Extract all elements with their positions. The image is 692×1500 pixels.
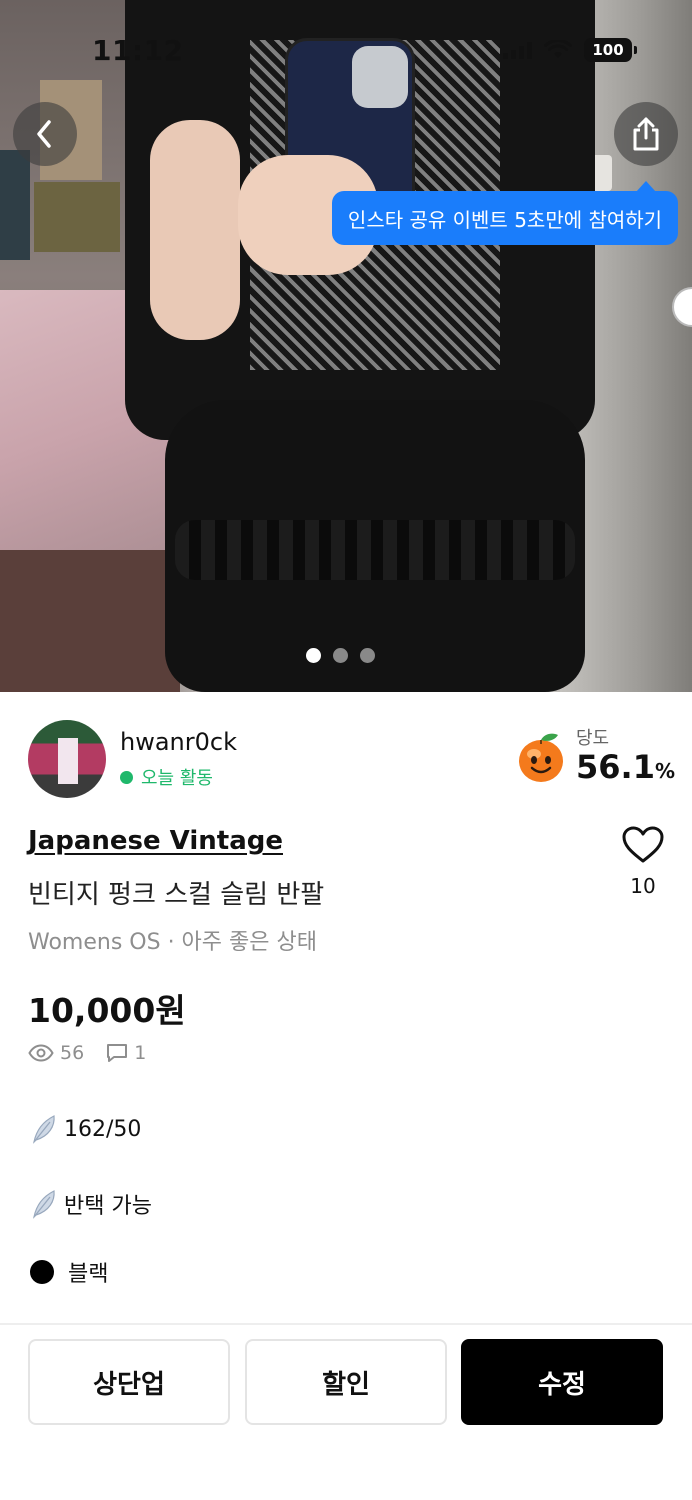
gallery-indicator — [306, 648, 375, 663]
gallery-dot — [360, 648, 375, 663]
status-time: 11:12 — [92, 34, 184, 67]
product-stats: 56 1 — [28, 1042, 146, 1064]
divider — [0, 1323, 692, 1325]
share-button[interactable] — [614, 102, 678, 166]
avatar[interactable] — [28, 720, 106, 798]
description-line: 162/50 — [30, 1114, 141, 1144]
bump-button[interactable]: 상단업 — [28, 1339, 230, 1425]
status-icons: 100 — [503, 38, 637, 62]
chevron-left-icon — [37, 120, 51, 148]
product-photo[interactable] — [0, 0, 692, 692]
edit-button[interactable]: 수정 — [461, 1339, 663, 1425]
description-text: 162/50 — [64, 1116, 142, 1142]
discount-button[interactable]: 할인 — [245, 1339, 447, 1425]
brand-link[interactable]: Japanese Vintage — [28, 826, 283, 856]
product-title: 빈티지 펑크 스컬 슬림 반팔 — [28, 880, 325, 910]
seller-name[interactable]: hwanr0ck — [120, 728, 237, 756]
like-button[interactable]: 10 — [618, 826, 668, 898]
gallery-dot — [306, 648, 321, 663]
description-text: 블랙 — [68, 1262, 109, 1287]
online-dot-icon — [120, 770, 133, 784]
gallery-dot — [333, 648, 348, 663]
comment-icon — [107, 1044, 128, 1062]
peach-icon — [519, 733, 563, 782]
price: 10,000원 — [28, 991, 186, 1030]
heart-icon — [622, 826, 664, 863]
activity-status: 오늘 활동 — [120, 764, 213, 790]
black-circle-icon — [30, 1260, 54, 1284]
battery-icon: 100 — [584, 38, 637, 62]
activity-text: 오늘 활동 — [141, 768, 213, 789]
photo-detail — [0, 550, 180, 692]
wifi-icon — [544, 40, 572, 60]
eye-icon — [28, 1044, 54, 1062]
view-count: 56 — [60, 1042, 85, 1064]
feather-icon — [33, 1190, 55, 1219]
photo-detail — [150, 120, 240, 340]
temperature-value: 56.1% — [576, 748, 675, 786]
temperature-label: 당도 — [576, 728, 610, 749]
photo-detail — [34, 182, 120, 252]
feather-icon — [33, 1115, 55, 1144]
photo-detail — [0, 150, 30, 260]
photo-detail — [352, 46, 408, 108]
photo-detail — [175, 520, 575, 580]
seller-section[interactable]: hwanr0ck 오늘 활동 당도 56.1% — [28, 718, 675, 800]
description-text: 반택 가능 — [64, 1194, 152, 1219]
share-event-tooltip[interactable]: 인스타 공유 이벤트 5초만에 참여하기 — [332, 181, 678, 245]
product-meta: Womens OS · 아주 좋은 상태 — [28, 930, 317, 955]
comment-count: 1 — [134, 1042, 147, 1064]
back-button[interactable] — [13, 102, 77, 166]
like-count: 10 — [630, 874, 656, 898]
description-line: 반택 가능 — [30, 1188, 152, 1220]
signal-icon — [503, 41, 532, 59]
share-icon — [633, 117, 659, 151]
description-line: 블랙 — [30, 1256, 108, 1288]
